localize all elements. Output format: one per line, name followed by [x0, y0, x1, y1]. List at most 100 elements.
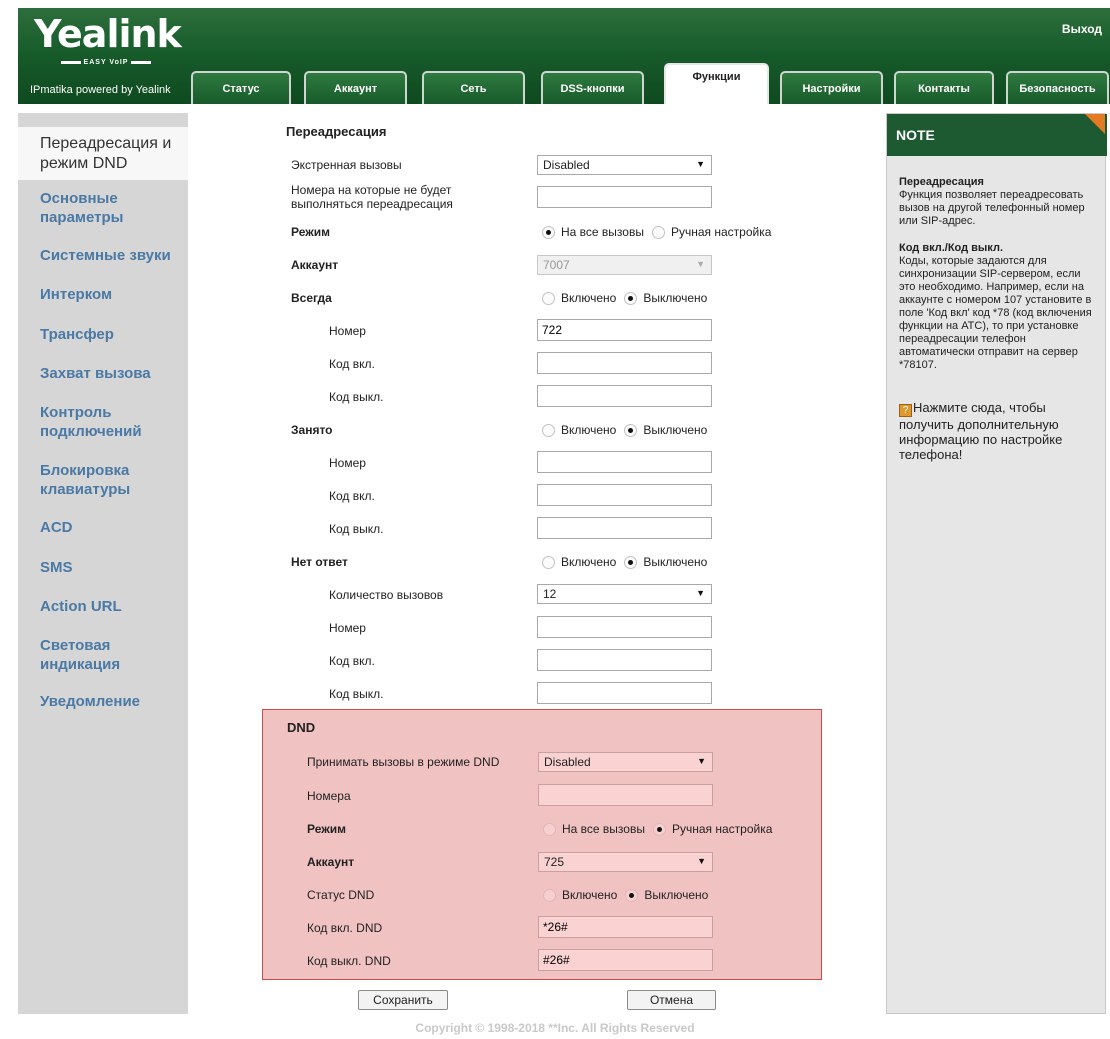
help-link-text: Нажмите сюда, чтобы получить дополнитель…: [899, 400, 1063, 462]
note-forward-text: Функция позволяет переадресовать вызов н…: [899, 189, 1085, 227]
dnd-off-code-input[interactable]: [538, 949, 713, 971]
busy-on-code-input[interactable]: [537, 484, 712, 506]
tab-network[interactable]: Сеть: [422, 71, 525, 104]
sidebar-item-sms[interactable]: SMS: [18, 558, 188, 577]
account-select-value: 7007: [543, 258, 570, 272]
busy-off-code-input[interactable]: [537, 517, 712, 539]
help-link[interactable]: ? Нажмите сюда, чтобы получить дополнител…: [899, 400, 1099, 462]
dnd-mode-label: Режим: [307, 822, 346, 836]
note-codes-title: Код вкл./Код выкл.: [899, 242, 1003, 254]
busy-on-code-label: Код вкл.: [329, 489, 375, 503]
dnd-section-title: DND: [287, 720, 316, 735]
noanswer-on-code-input[interactable]: [537, 649, 712, 671]
mode-manual-radio[interactable]: [651, 225, 665, 239]
sidebar-item-intercom[interactable]: Интерком: [18, 285, 188, 304]
sidebar-item-transfer[interactable]: Трансфер: [18, 325, 188, 344]
always-off-code-input[interactable]: [537, 385, 712, 407]
dnd-mode-manual-radio[interactable]: [652, 822, 666, 836]
sidebar-item-forward-dnd[interactable]: Переадресация и режим DND: [18, 127, 188, 180]
note-forward-title: Переадресация: [899, 176, 984, 188]
always-on-label: Включено: [561, 291, 617, 305]
note-body: Переадресация Функция позволяет переадре…: [899, 176, 1099, 462]
dnd-mode-all-radio[interactable]: [543, 822, 556, 836]
noanswer-on-radio[interactable]: [542, 555, 555, 569]
save-button[interactable]: Сохранить: [358, 990, 448, 1010]
noanswer-off-radio[interactable]: [624, 555, 638, 569]
emergency-select[interactable]: Disabled ▼: [537, 155, 712, 175]
no-forward-input[interactable]: [537, 186, 712, 208]
noanswer-on-code-label: Код вкл.: [329, 654, 375, 668]
noanswer-number-input[interactable]: [537, 616, 712, 638]
no-forward-label: Номера на которые не будет выполняться п…: [291, 183, 453, 211]
always-on-radio[interactable]: [542, 291, 555, 305]
logo-tagline: EASY VoIP: [58, 58, 154, 66]
noanswer-radio-group: Включено Выключено: [542, 553, 715, 571]
dnd-mode-all-label: На все вызовы: [562, 822, 645, 836]
noanswer-off-code-label: Код выкл.: [329, 687, 384, 701]
sidebar-item-keypad-lock[interactable]: Блокировка клавиатуры: [18, 461, 188, 499]
tab-security[interactable]: Безопасность: [1006, 71, 1109, 104]
dnd-account-select-value: 725: [544, 855, 565, 869]
dnd-accept-select[interactable]: Disabled ▼: [538, 752, 713, 772]
sidebar-item-general[interactable]: Основные параметры: [18, 189, 188, 227]
tab-contacts[interactable]: Контакты: [894, 71, 994, 104]
always-on-code-label: Код вкл.: [329, 357, 375, 371]
note-title: NOTE: [887, 114, 1107, 156]
sidebar-item-action-url[interactable]: Action URL: [18, 597, 188, 616]
busy-radio-group: Включено Выключено: [542, 421, 715, 439]
always-off-code-label: Код выкл.: [329, 390, 384, 404]
tab-dss-keys[interactable]: DSS-кнопки: [541, 71, 644, 104]
sidebar-item-notification[interactable]: Уведомление: [18, 692, 188, 711]
dnd-status-on-radio[interactable]: [543, 888, 556, 902]
tab-account[interactable]: Аккаунт: [304, 71, 407, 104]
logout-link[interactable]: Выход: [1062, 22, 1102, 36]
sidebar: Переадресация и режим DND Основные парам…: [18, 113, 188, 1014]
always-label: Всегда: [291, 291, 332, 305]
sidebar-item-system-sounds[interactable]: Системные звуки: [18, 246, 188, 265]
dnd-status-off-radio[interactable]: [625, 888, 639, 902]
always-off-radio[interactable]: [624, 291, 638, 305]
mode-all-label: На все вызовы: [561, 225, 644, 239]
busy-number-label: Номер: [329, 456, 366, 470]
yealink-logo: Yealink: [34, 12, 182, 56]
tab-features[interactable]: Функции: [664, 63, 769, 104]
always-number-label: Номер: [329, 324, 366, 338]
dnd-status-radio-group: Включено Выключено: [543, 886, 716, 904]
dnd-numbers-input[interactable]: [538, 784, 713, 806]
sidebar-item-connection-control[interactable]: Контроль подключений: [18, 403, 188, 441]
busy-off-code-label: Код выкл.: [329, 522, 384, 536]
sidebar-item-call-pickup[interactable]: Захват вызова: [18, 364, 188, 383]
dnd-mode-radio-group: На все вызовы Ручная настройка: [543, 820, 780, 838]
tab-settings[interactable]: Настройки: [780, 71, 883, 104]
chevron-down-icon: ▼: [697, 756, 706, 766]
header-bar: Yealink EASY VoIP IPmatika powered by Ye…: [18, 8, 1110, 104]
always-number-input[interactable]: [537, 319, 712, 341]
account-select[interactable]: 7007 ▼: [537, 255, 712, 275]
dnd-account-select[interactable]: 725 ▼: [538, 852, 713, 872]
mode-all-radio[interactable]: [542, 225, 555, 239]
noanswer-number-label: Номер: [329, 621, 366, 635]
chevron-down-icon: ▼: [697, 856, 706, 866]
dnd-status-label: Статус DND: [307, 888, 375, 902]
emergency-select-value: Disabled: [543, 158, 590, 172]
mode-manual-label: Ручная настройка: [670, 225, 772, 239]
tab-status[interactable]: Статус: [191, 71, 291, 104]
dnd-status-on-label: Включено: [562, 888, 618, 902]
sidebar-item-led[interactable]: Световая индикация: [18, 636, 188, 674]
dnd-section: DND Принимать вызовы в режиме DND Disabl…: [262, 709, 822, 980]
noanswer-off-code-input[interactable]: [537, 682, 712, 704]
busy-on-radio[interactable]: [542, 423, 555, 437]
note-codes-text: Коды, которые задаются для синхронизации…: [899, 255, 1092, 371]
busy-number-input[interactable]: [537, 451, 712, 473]
busy-off-radio[interactable]: [624, 423, 638, 437]
sidebar-item-acd[interactable]: ACD: [18, 518, 188, 537]
cancel-button[interactable]: Отмена: [627, 990, 716, 1010]
ring-count-select[interactable]: 12 ▼: [537, 584, 712, 604]
dnd-accept-select-value: Disabled: [544, 755, 591, 769]
dnd-account-label: Аккаунт: [307, 855, 355, 869]
dnd-on-code-input[interactable]: [538, 916, 713, 938]
page-corner-icon: [1085, 114, 1105, 134]
dnd-accept-label: Принимать вызовы в режиме DND: [307, 755, 500, 769]
account-label: Аккаунт: [291, 258, 339, 272]
always-on-code-input[interactable]: [537, 352, 712, 374]
